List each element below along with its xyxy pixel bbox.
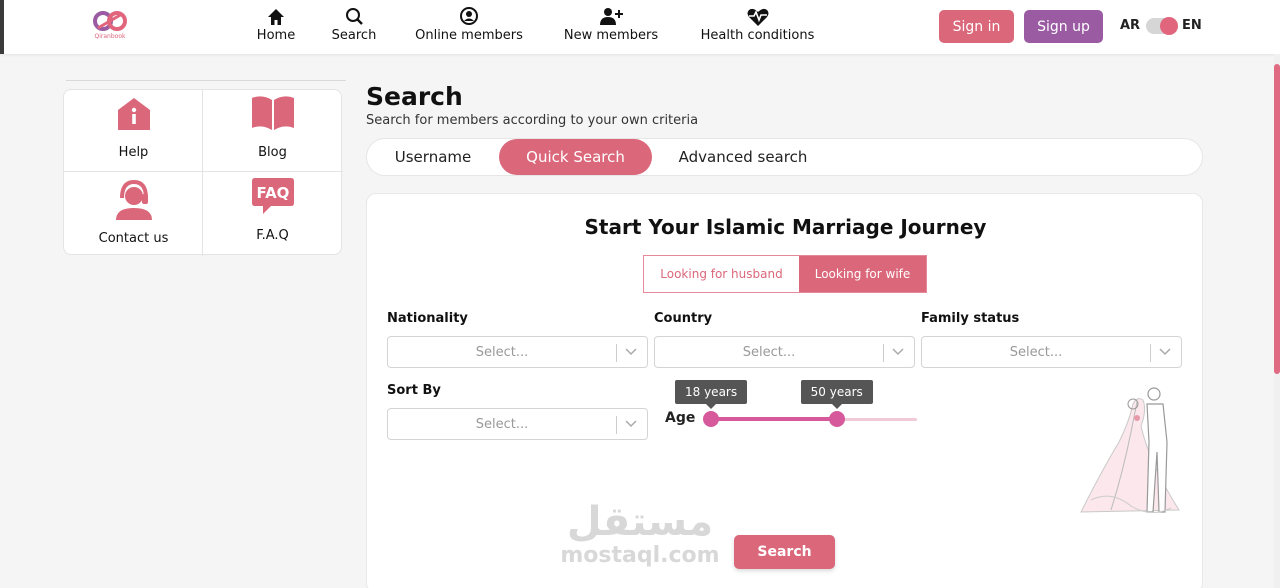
book-icon: [251, 96, 294, 130]
country-select[interactable]: Select...: [654, 336, 915, 368]
nav-search-label: Search: [331, 28, 377, 43]
page-subtitle: Search for members according to your own…: [366, 113, 699, 128]
age-min-tooltip: 18 years: [675, 380, 748, 409]
nav-home-label: Home: [256, 28, 296, 43]
nationality-placeholder: Select...: [475, 345, 529, 360]
sign-up-button[interactable]: Sign up: [1024, 10, 1103, 43]
nav-new-members[interactable]: New members: [557, 6, 665, 43]
form-heading: Start Your Islamic Marriage Journey: [584, 215, 987, 239]
chevron-down-icon: [625, 420, 637, 428]
sidebar-item-blog-label: Blog: [258, 145, 287, 160]
scrollbar-thumb[interactable]: [1274, 64, 1280, 374]
age-min-handle[interactable]: [703, 411, 719, 427]
sidebar-item-faq[interactable]: FAQ F.A.Q: [203, 172, 342, 255]
search-tabs: Username Quick Search Advanced search: [366, 138, 1203, 176]
sidebar-divider: [66, 80, 346, 81]
toggle-knob: [1160, 17, 1178, 35]
nav-new-members-label: New members: [563, 28, 659, 43]
country-label: Country: [654, 311, 713, 326]
tab-username[interactable]: Username: [373, 139, 493, 175]
sidebar-item-contact-label: Contact us: [98, 231, 169, 246]
family-status-select[interactable]: Select...: [921, 336, 1182, 368]
bride-groom-illustration: [1080, 387, 1180, 513]
sort-by-select[interactable]: Select...: [387, 408, 648, 440]
lang-ar-label[interactable]: AR: [1120, 18, 1140, 33]
search-form-card: Start Your Islamic Marriage Journey Look…: [366, 193, 1203, 588]
search-icon: [346, 8, 363, 25]
heartbeat-icon: [747, 8, 768, 26]
age-label: Age: [665, 410, 696, 426]
logo[interactable]: Qiranbook: [88, 10, 132, 40]
logo-text: Qiranbook: [94, 33, 126, 40]
nav-health-conditions[interactable]: Health conditions: [692, 6, 823, 43]
user-plus-icon: [600, 8, 623, 25]
sidebar-item-blog[interactable]: Blog: [203, 90, 342, 173]
nav-home[interactable]: Home: [252, 6, 300, 43]
sort-by-label: Sort By: [387, 383, 441, 398]
age-max-tooltip: 50 years: [800, 380, 873, 409]
chevron-down-icon: [1159, 348, 1171, 356]
select-separator: [616, 344, 617, 362]
age-range-slider[interactable]: [703, 406, 919, 432]
country-placeholder: Select...: [742, 345, 796, 360]
looking-for-toggle: Looking for husband Looking for wife: [643, 255, 927, 293]
top-header: Qiranbook Home Search Online members New…: [0, 0, 1280, 54]
home-icon: [268, 9, 284, 25]
search-submit-button[interactable]: Search: [734, 535, 835, 569]
tab-quick-search[interactable]: Quick Search: [499, 139, 652, 175]
sidebar-links: Help Blog Contact us FAQ F.A.Q: [63, 89, 343, 256]
language-toggle[interactable]: [1146, 17, 1178, 35]
svg-text:FAQ: FAQ: [256, 184, 289, 202]
chevron-down-icon: [892, 348, 904, 356]
select-separator: [883, 344, 884, 362]
sidebar-item-help-label: Help: [118, 145, 149, 160]
faq-icon: FAQ: [251, 178, 294, 214]
info-house-icon: [117, 98, 150, 130]
lang-en-label[interactable]: EN: [1182, 18, 1202, 33]
age-max-handle[interactable]: [828, 411, 845, 427]
nav-online-members-label: Online members: [415, 28, 523, 43]
tab-advanced-search[interactable]: Advanced search: [667, 139, 819, 175]
support-icon: [115, 179, 152, 220]
family-status-label: Family status: [921, 311, 1020, 326]
page-title: Search: [366, 82, 463, 111]
nationality-select[interactable]: Select...: [387, 336, 648, 368]
logo-icon: [93, 11, 127, 31]
family-status-placeholder: Select...: [1009, 345, 1063, 360]
nav-online-members[interactable]: Online members: [408, 6, 530, 43]
looking-for-wife-button[interactable]: Looking for wife: [799, 256, 926, 292]
sort-by-placeholder: Select...: [475, 417, 529, 432]
select-separator: [1150, 344, 1151, 362]
sidebar-item-help[interactable]: Help: [64, 90, 203, 173]
chevron-down-icon: [625, 348, 637, 356]
sign-in-button[interactable]: Sign in: [939, 10, 1014, 43]
looking-for-husband-button[interactable]: Looking for husband: [644, 256, 799, 292]
sidebar-item-contact[interactable]: Contact us: [64, 172, 203, 255]
slider-fill: [711, 417, 837, 421]
select-separator: [616, 416, 617, 434]
nationality-label: Nationality: [387, 311, 468, 326]
nav-health-conditions-label: Health conditions: [700, 28, 815, 43]
page-scrollbar[interactable]: [1274, 54, 1280, 588]
nav-search[interactable]: Search: [327, 6, 381, 43]
user-circle-icon: [460, 7, 478, 25]
sidebar-item-faq-label: F.A.Q: [256, 228, 289, 243]
